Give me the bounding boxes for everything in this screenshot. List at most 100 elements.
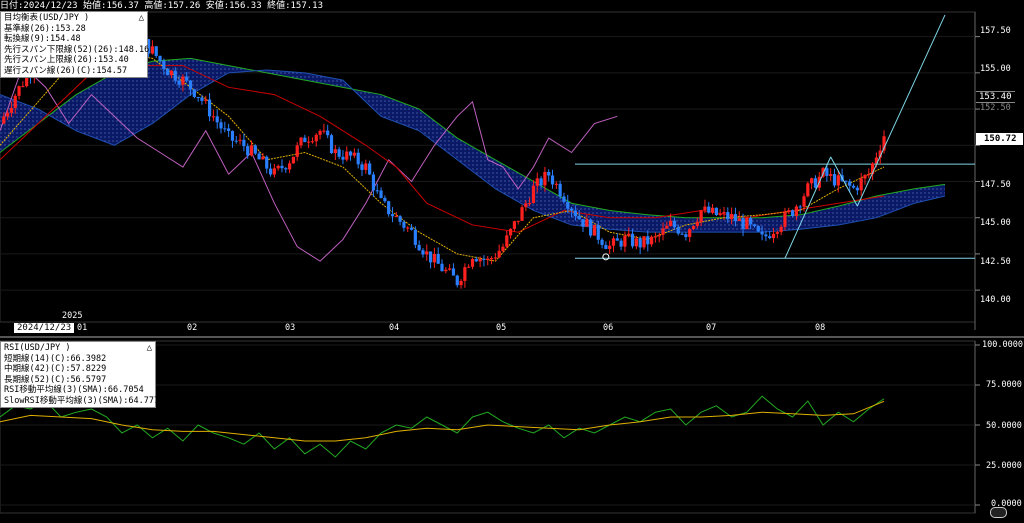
bear-candle (596, 224, 600, 240)
bear-candle (752, 224, 757, 227)
bull-candle (150, 46, 155, 54)
bear-candle (630, 233, 635, 247)
legend-rsi-long: 長期線(52)(C):56.5797 (4, 374, 107, 385)
legend-rsi-ma: RSI移動平均線(3)(SMA):66.7054 (4, 385, 144, 395)
month-label: 06 (603, 323, 614, 333)
collapse-icon[interactable]: △ (139, 13, 144, 24)
bull-candle (21, 86, 25, 88)
bear-candle (303, 137, 307, 143)
price-tick: 140.00 (980, 295, 1011, 305)
chart-canvas[interactable] (0, 0, 1024, 523)
bear-candle (619, 240, 623, 247)
bull-candle (695, 221, 699, 227)
bull-candle (836, 175, 840, 186)
bull-candle (592, 224, 597, 236)
bear-candle (813, 178, 818, 188)
bull-candle (6, 112, 10, 117)
month-label: 05 (496, 323, 507, 333)
bull-candle (718, 213, 722, 216)
bull-candle (771, 233, 776, 239)
bull-candle (9, 107, 14, 113)
bull-candle (608, 245, 612, 249)
bull-candle (444, 269, 448, 272)
bear-candle (337, 149, 341, 157)
bull-candle (794, 206, 798, 216)
bull-candle (783, 211, 787, 227)
legend-slow-rsi-ma: SlowRSI移動平均線(3)(SMA):64.7777 (4, 395, 165, 406)
bull-candle (863, 175, 867, 179)
bull-candle (505, 235, 509, 247)
bear-candle (550, 175, 555, 185)
bear-candle (230, 130, 235, 141)
bear-candle (600, 239, 604, 245)
bear-candle (242, 139, 246, 147)
bull-candle (310, 141, 315, 143)
bear-candle (253, 145, 257, 154)
bull-candle (211, 116, 215, 118)
bear-candle (756, 226, 760, 232)
bear-candle (200, 97, 204, 101)
bull-candle (333, 149, 337, 154)
bull-candle (554, 183, 558, 185)
bear-candle (832, 174, 837, 186)
rsi-legend[interactable]: RSI(USD/JPY ) △ 短期線(14)(C):66.3982 中期線(4… (0, 341, 165, 408)
bear-candle (749, 217, 753, 225)
bear-candle (855, 187, 859, 191)
bear-candle (676, 227, 680, 234)
legend-senkou-b: 先行スパン下限線(52)(26):148.16 (4, 44, 150, 55)
month-label: 01 (77, 323, 88, 333)
bear-candle (638, 238, 642, 248)
bull-candle (509, 228, 513, 236)
bear-candle (615, 238, 619, 241)
bull-candle (345, 151, 349, 160)
scroll-toggle-button[interactable] (990, 507, 1007, 518)
bull-candle (432, 253, 436, 263)
bear-candle (360, 164, 364, 170)
bull-candle (528, 202, 532, 204)
bear-candle (672, 220, 677, 228)
bull-candle (627, 233, 631, 236)
bull-candle (512, 221, 517, 229)
bear-candle (680, 233, 684, 235)
collapse-icon[interactable]: △ (147, 343, 152, 354)
bull-candle (535, 178, 539, 186)
bull-candle (204, 99, 208, 101)
bear-candle (329, 135, 334, 154)
bear-candle (558, 183, 562, 197)
bull-candle (806, 183, 810, 197)
bear-candle (848, 181, 852, 186)
bull-candle (810, 178, 814, 184)
bull-candle (169, 70, 174, 76)
bull-candle (478, 258, 482, 262)
bear-candle (326, 130, 330, 136)
bear-candle (192, 89, 196, 97)
bear-candle (402, 221, 406, 228)
bear-candle (268, 168, 273, 175)
bear-candle (188, 80, 193, 90)
bull-candle (520, 207, 524, 221)
bear-candle (547, 171, 551, 176)
ichimoku-legend[interactable]: 目均衡表(USD/JPY ) △ 基準線(26):153.28 転換線(9):1… (0, 11, 150, 78)
bear-candle (604, 244, 608, 249)
bull-candle (611, 238, 616, 246)
bull-candle (867, 174, 871, 176)
bear-candle (246, 146, 250, 156)
price-tick: 147.50 (980, 180, 1011, 190)
bull-candle (307, 141, 311, 143)
bull-candle (425, 251, 429, 255)
bear-candle (265, 156, 269, 169)
bull-candle (657, 234, 661, 237)
bull-candle (459, 280, 463, 286)
bear-candle (455, 275, 459, 286)
price-tick: 152.50 (980, 103, 1011, 113)
bear-candle (207, 99, 212, 117)
bear-candle (768, 236, 772, 239)
bear-candle (348, 151, 353, 156)
bull-candle (661, 228, 665, 235)
ichimoku-legend-title: 目均衡表(USD/JPY ) (4, 13, 90, 23)
bear-candle (158, 55, 162, 61)
bull-candle (543, 171, 547, 186)
bear-candle (707, 206, 711, 213)
bear-candle (714, 207, 718, 216)
bull-candle (497, 250, 501, 258)
